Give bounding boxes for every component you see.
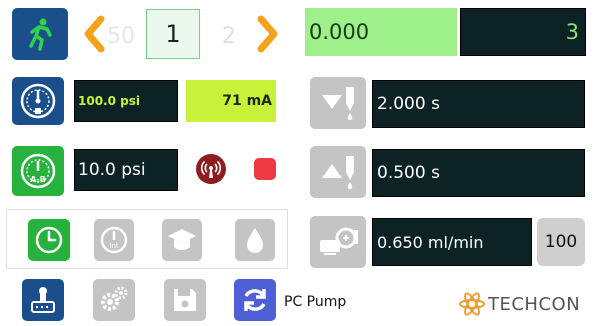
mode-label: PC Pump (284, 294, 347, 310)
techcon-logo-text: TECHCON (488, 293, 581, 315)
techcon-logo: TECHCON (458, 287, 592, 321)
cycle-counter-field[interactable]: 0.000 (305, 8, 457, 56)
running-person-icon (29, 18, 52, 51)
pump-percent-button[interactable]: 100 (537, 218, 585, 266)
run-mode-button[interactable] (12, 8, 68, 60)
wireless-signal-icon (200, 160, 222, 178)
save-button[interactable] (164, 279, 206, 321)
pressure-psi-field[interactable]: 100.0 psi (74, 80, 178, 122)
tab-learn[interactable] (162, 219, 202, 261)
operator-stamp-button[interactable] (22, 279, 64, 321)
ab-gauge-icon: A-B (20, 153, 56, 189)
dispense-up-icon (322, 156, 354, 189)
pressure-ma-field[interactable]: 71 mA (186, 80, 276, 122)
cycle-total-field[interactable]: 3 (460, 8, 586, 56)
tab-drop[interactable] (235, 219, 275, 261)
chevron-left-icon (84, 15, 105, 53)
settings-button[interactable] (93, 279, 135, 321)
flow-rate-field[interactable]: 0.650 ml/min (372, 218, 532, 266)
ab-pressure-field[interactable]: 10.0 psi (74, 149, 178, 191)
gauge-icon (20, 83, 56, 119)
signal-indicator (196, 154, 226, 184)
ab-pressure-button[interactable]: A-B (12, 146, 64, 196)
clock-icon (35, 226, 63, 254)
techcon-star-icon (459, 292, 485, 316)
dispense-down-icon (322, 87, 354, 120)
pump-icon (320, 227, 358, 255)
gears-icon (101, 286, 128, 311)
chevron-right-icon (257, 15, 278, 53)
stamp-icon (31, 287, 55, 313)
pressure-gauge-button[interactable] (12, 77, 64, 125)
tab-interval[interactable]: Int (94, 219, 134, 261)
next-step-number: 2 (222, 23, 236, 49)
prev-step-number: 50 (107, 23, 135, 49)
prev-step-arrow[interactable] (80, 14, 108, 54)
next-step-arrow[interactable] (254, 14, 282, 54)
refresh-icon (244, 289, 266, 311)
current-step-field[interactable]: 1 (146, 9, 200, 59)
interval-clock-icon: Int (100, 226, 128, 254)
pump-button[interactable] (310, 216, 366, 268)
svg-text:A-B: A-B (30, 175, 46, 184)
graduation-cap-icon (168, 229, 196, 250)
drop-down-timer-button[interactable] (310, 77, 366, 129)
tab-timer[interactable] (28, 219, 70, 261)
sync-button[interactable] (234, 279, 276, 321)
timer-1-field[interactable]: 2.000 s (372, 80, 585, 128)
timer-2-field[interactable]: 0.500 s (372, 149, 585, 197)
svg-text:Int: Int (109, 242, 119, 250)
status-stop-indicator[interactable] (254, 158, 276, 180)
water-drop-icon (247, 228, 263, 253)
floppy-disk-icon (174, 289, 196, 311)
drop-up-timer-button[interactable] (310, 146, 366, 198)
